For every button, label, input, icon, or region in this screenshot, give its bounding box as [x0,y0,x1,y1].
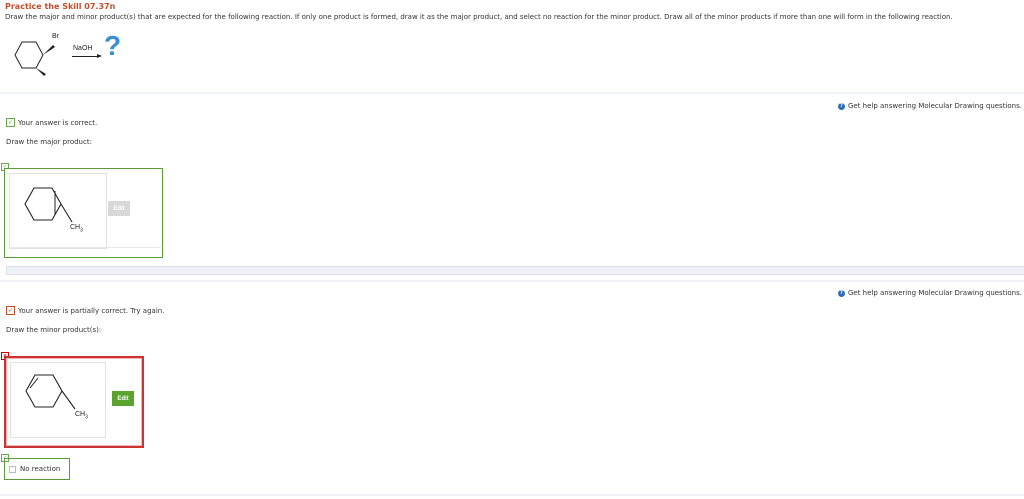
minor-answer-frame: CH3 Edit [4,356,144,448]
reaction-arrow-head [97,54,102,58]
minor-edit-button[interactable]: Edit [112,391,134,406]
reaction-arrow [72,56,98,57]
minor-drawing-canvas[interactable]: CH3 [10,362,106,438]
minor-status-text: Your answer is partially correct. Try ag… [18,306,165,315]
minor-product-structure [25,374,76,410]
minor-prompt: Draw the minor product(s): [6,326,102,334]
minor-status: ✓ Your answer is partially correct. Try … [6,306,164,315]
methyl-label: CH3 [70,224,83,234]
no-reaction-option[interactable]: No reaction [4,458,70,480]
frame-divider [9,247,161,248]
section-separator-bar [6,266,1024,275]
help-circle-icon: ? [837,102,845,110]
major-status-text: Your answer is correct. [18,118,98,127]
major-help-text: Get help answering Molecular Drawing que… [847,102,1022,110]
major-status: ✓ Your answer is correct. [6,118,97,127]
help-circle-icon: ? [837,289,845,297]
section-divider [0,92,1024,94]
reactant-structure [14,41,55,76]
problem-title: Practice the Skill 07.37n [5,2,116,11]
section-divider [0,280,1024,282]
bromine-label: Br [52,33,59,40]
major-edit-button[interactable]: Edit [108,201,130,216]
major-product-structure [24,187,73,223]
minor-help-link[interactable]: ? Get help answering Molecular Drawing q… [837,289,1022,297]
minor-help-text: Get help answering Molecular Drawing que… [847,289,1022,297]
methyl-label: CH3 [75,411,88,421]
checkmark-icon: ✓ [6,118,15,127]
major-help-link[interactable]: ? Get help answering Molecular Drawing q… [837,102,1022,110]
no-reaction-checkbox[interactable] [9,465,16,473]
no-reaction-label: No reaction [20,465,61,473]
problem-instructions: Draw the major and minor product(s) that… [5,13,953,21]
reagent-label: NaOH [73,45,93,52]
section-divider [0,494,1024,496]
major-answer-frame: CH3 Edit [4,168,163,258]
checkmark-icon: ✓ [6,306,15,315]
major-drawing-canvas[interactable]: CH3 [9,173,107,249]
major-prompt: Draw the major product: [6,138,92,146]
unknown-product-mark: ? [104,30,122,61]
